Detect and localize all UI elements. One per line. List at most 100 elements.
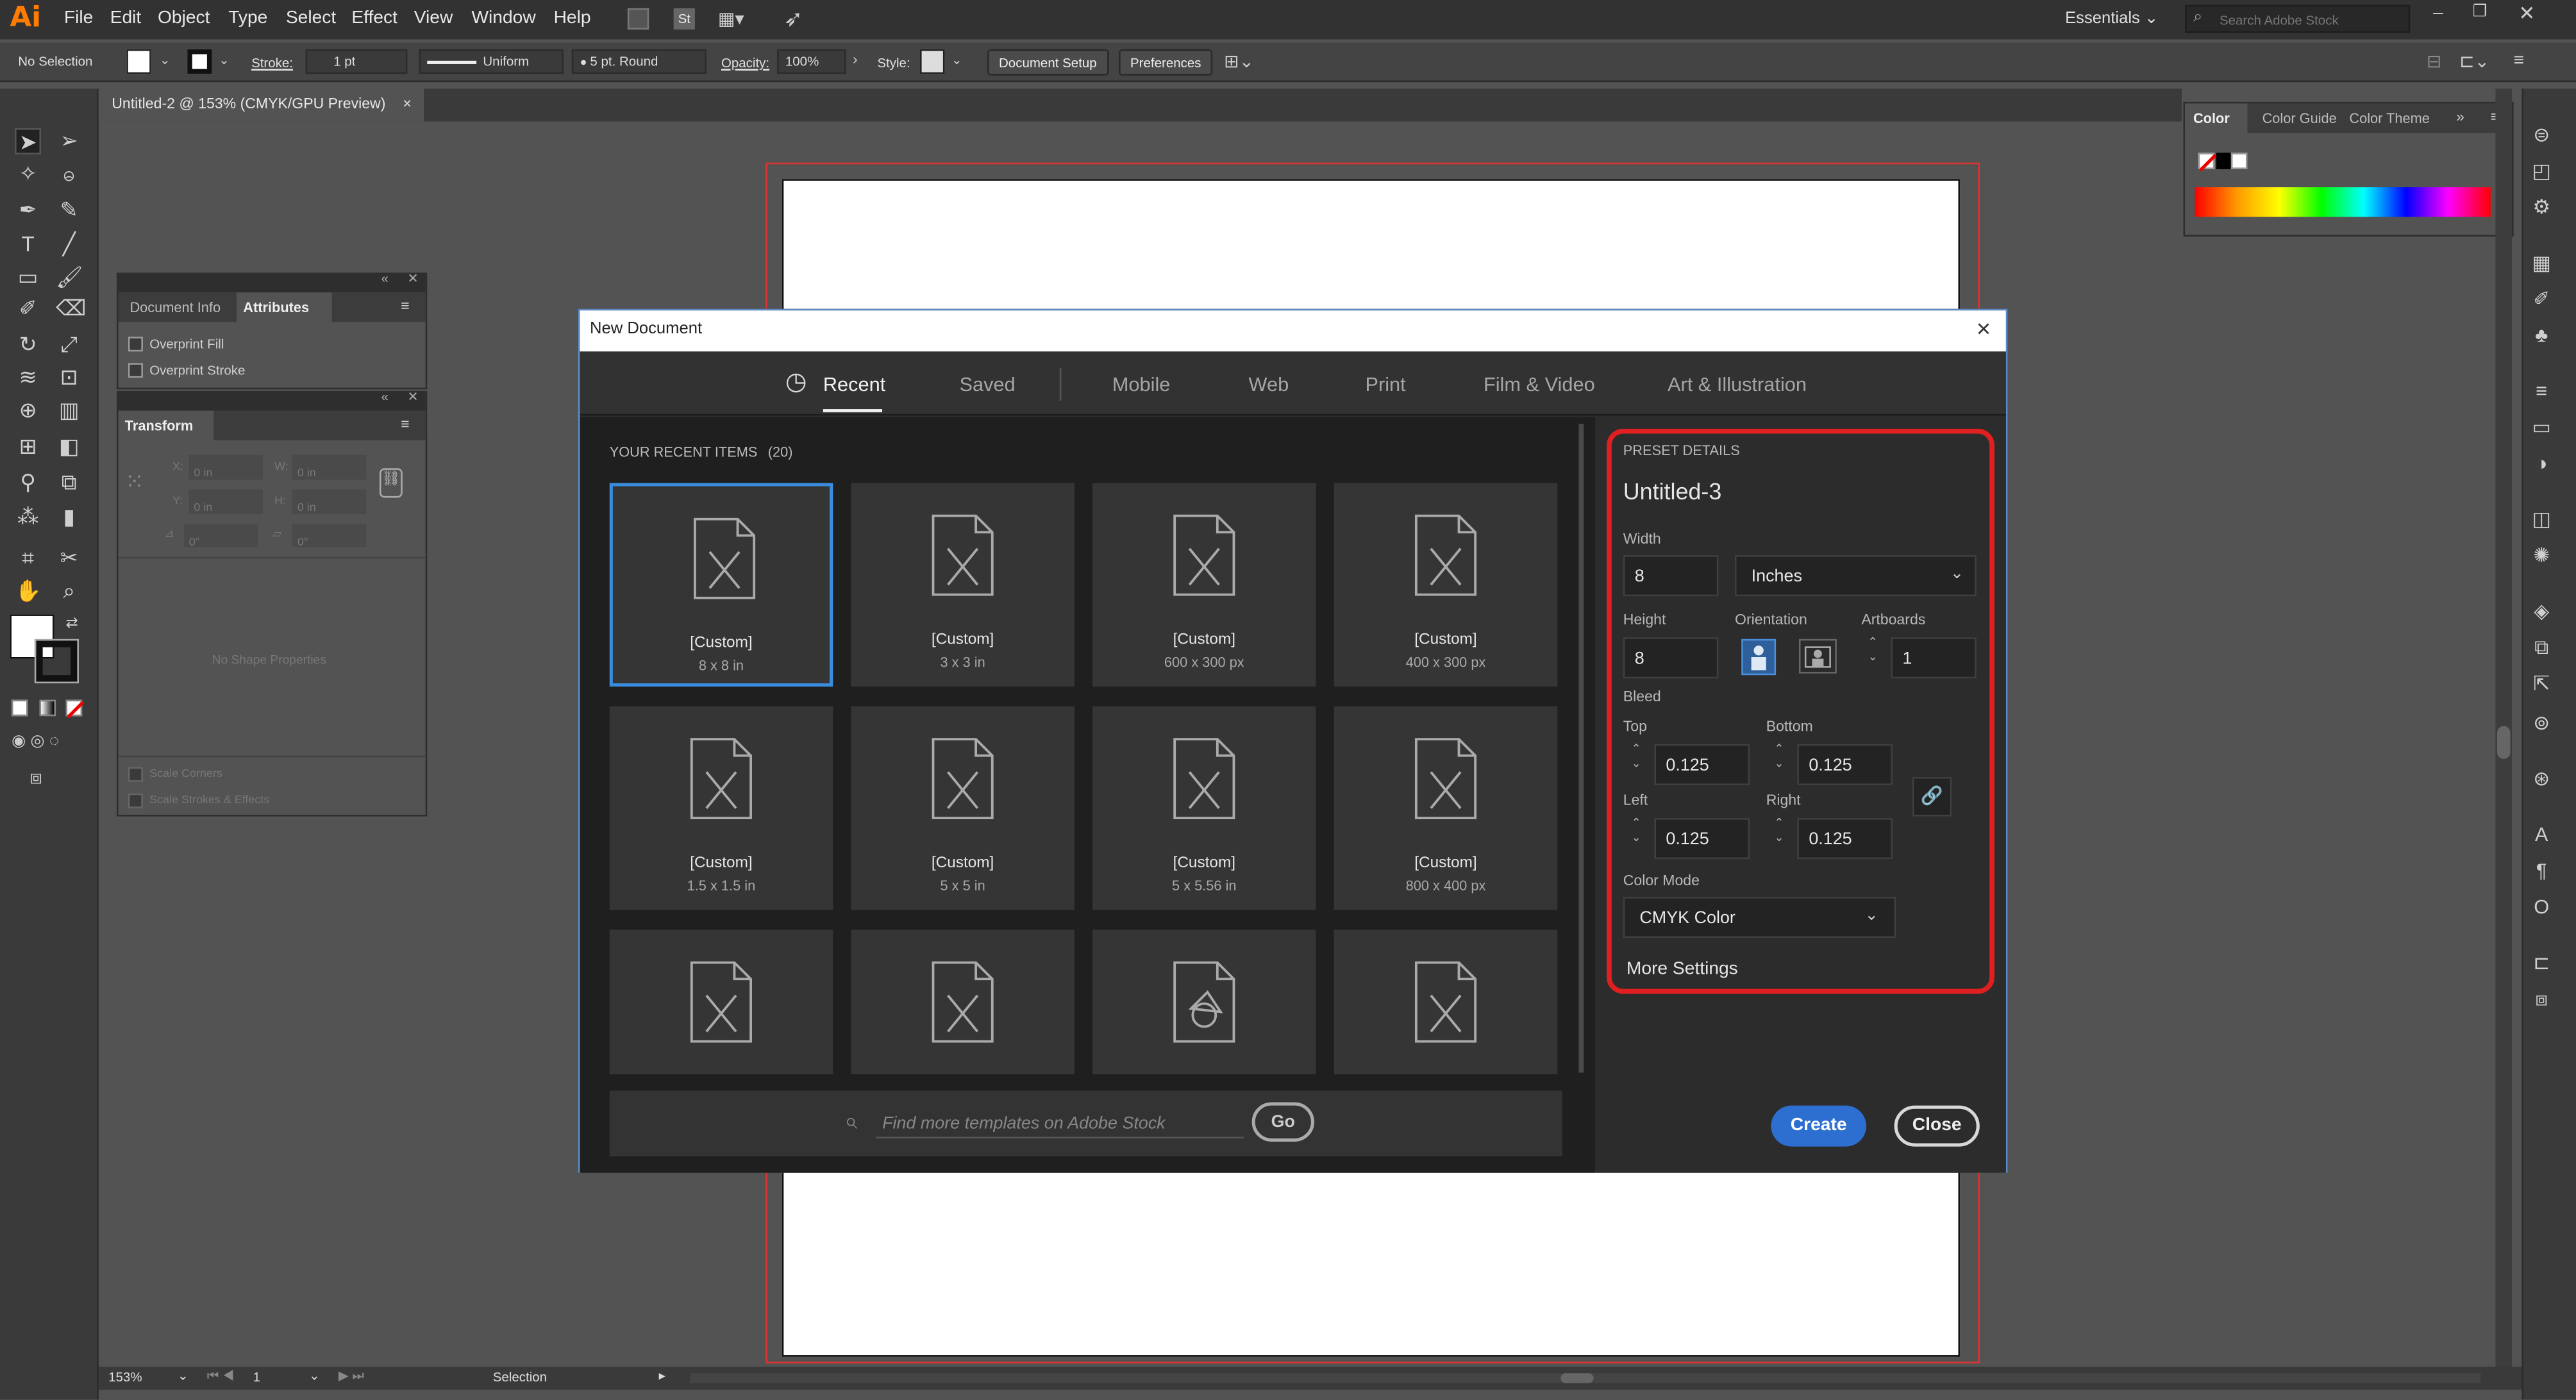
collapse-icon[interactable]: « <box>381 271 389 286</box>
stroke-icon[interactable]: ≡ <box>2529 378 2555 404</box>
swap-colors-icon[interactable]: ⇄ <box>66 614 78 632</box>
vertical-scroll-thumb[interactable] <box>2497 726 2511 759</box>
swatches-icon[interactable]: ▦ <box>2529 250 2555 276</box>
color-spectrum[interactable] <box>2195 187 2491 217</box>
transparency-icon[interactable]: ◑ <box>2529 450 2555 476</box>
symbols-icon[interactable]: ♣ <box>2529 322 2555 348</box>
draw-mode-icon[interactable]: ◉ ◎ ◌ <box>12 733 59 751</box>
variable-width-profile[interactable]: Uniform <box>419 49 564 74</box>
recent-item-card[interactable] <box>609 929 833 1074</box>
collapse-icon[interactable]: « <box>381 389 389 404</box>
gpu-performance-icon[interactable]: ➶ <box>783 5 803 33</box>
recent-item-card[interactable] <box>851 929 1075 1074</box>
bridge-icon[interactable] <box>627 8 649 30</box>
menu-edit[interactable]: Edit <box>110 8 142 28</box>
stock-search-input[interactable]: ⌕ Search Adobe Stock <box>2185 4 2411 33</box>
shaper-tool-icon[interactable]: ✐ <box>15 296 41 322</box>
stroke-dropdown-icon[interactable]: ⌄ <box>219 53 230 67</box>
type-tool-icon[interactable]: T <box>15 231 41 258</box>
vertical-scrollbar[interactable] <box>2495 88 2513 1367</box>
none-mode-icon[interactable] <box>65 699 84 718</box>
slice-tool-icon[interactable]: ✂ <box>56 546 82 572</box>
properties-icon[interactable]: ◰ <box>2529 158 2555 184</box>
graphic-style-swatch[interactable] <box>920 49 945 74</box>
zoom-field[interactable]: 153% <box>108 1370 181 1387</box>
align-options-icon[interactable]: ⊞⌄ <box>1224 51 1254 72</box>
menu-window[interactable]: Window <box>471 8 535 28</box>
eyedropper-tool-icon[interactable]: ⚲ <box>15 470 41 496</box>
tab-transform[interactable]: Transform <box>118 410 214 440</box>
dialog-close-icon[interactable]: × <box>1977 315 1991 344</box>
tab-color-guide[interactable]: Color Guide <box>2262 110 2337 127</box>
eraser-tool-icon[interactable]: ⌫ <box>56 296 86 322</box>
fill-dropdown-icon[interactable]: ⌄ <box>160 53 171 67</box>
pathfinder-icon[interactable]: ⧈ <box>2529 986 2555 1012</box>
control-menu-icon[interactable]: ≡ <box>2514 51 2524 71</box>
overprint-stroke-checkbox[interactable] <box>128 363 143 378</box>
recent-item-card[interactable] <box>1334 929 1558 1074</box>
scale-corners-checkbox[interactable] <box>128 767 143 782</box>
tab-saved[interactable]: Saved <box>960 373 1016 396</box>
recent-item-card[interactable]: [Custom] 1.5 x 1.5 in <box>609 706 833 910</box>
rotate-tool-icon[interactable]: ↻ <box>15 332 41 358</box>
first-artboard-icon[interactable]: ⏮ ◀ <box>207 1369 234 1385</box>
graphic-styles-icon[interactable]: ✺ <box>2529 542 2555 569</box>
stroke-label[interactable]: Stroke: <box>251 56 293 71</box>
zoom-tool-icon[interactable]: ⌕ <box>56 578 82 604</box>
last-artboard-icon[interactable]: ▶ ⏭ <box>339 1369 364 1385</box>
document-tab[interactable]: Untitled-2 @ 153% (CMYK/GPU Preview) × <box>98 88 425 122</box>
magic-wand-tool-icon[interactable]: ✧ <box>15 161 41 187</box>
arrange-documents-icon[interactable]: ▦▾ <box>718 8 744 29</box>
color-mode-icon[interactable] <box>11 699 28 717</box>
constrain-proportions-icon[interactable]: ⛓ <box>379 468 403 498</box>
tab-print[interactable]: Print <box>1365 373 1405 396</box>
gradient-mode-icon[interactable] <box>39 699 56 717</box>
tab-web[interactable]: Web <box>1249 373 1289 396</box>
scale-strokes-checkbox[interactable] <box>128 793 143 808</box>
x-field[interactable]: 0 in <box>188 454 263 480</box>
panel-menu-icon[interactable]: ≡ <box>401 297 409 314</box>
recent-item-card[interactable]: [Custom] 8 x 8 in <box>609 483 833 687</box>
align-icon[interactable]: ⊏ <box>2529 949 2555 976</box>
status-arrow-icon[interactable]: ▸ <box>659 1369 665 1383</box>
none-swatch[interactable] <box>2198 153 2216 171</box>
layers-icon[interactable]: ◈ <box>2529 598 2555 624</box>
document-setup-button[interactable]: Document Setup <box>987 49 1108 76</box>
style-dropdown-icon[interactable]: ⌄ <box>951 53 962 67</box>
recent-item-card[interactable]: [Custom] 5 x 5.56 in <box>1092 706 1316 910</box>
panel-close-icon[interactable]: ✕ <box>408 389 419 404</box>
recent-item-card[interactable]: [Custom] 3 x 3 in <box>851 483 1075 687</box>
appearance-icon[interactable]: ◫ <box>2529 506 2555 532</box>
navigator-icon[interactable]: ⊛ <box>2529 765 2555 792</box>
h-field[interactable]: 0 in <box>292 489 367 515</box>
cc-libraries-icon[interactable]: ⊜ <box>2529 122 2555 148</box>
tab-film-video[interactable]: Film & Video <box>1484 373 1595 396</box>
recent-item-card[interactable]: [Custom] 800 x 400 px <box>1334 706 1558 910</box>
free-transform-tool-icon[interactable]: ⊡ <box>56 365 82 391</box>
zoom-dropdown-icon[interactable]: ⌄ <box>178 1369 188 1383</box>
lasso-tool-icon[interactable]: ဓ <box>56 161 82 187</box>
opentype-icon[interactable]: O <box>2529 894 2555 920</box>
recent-item-card[interactable]: [Custom] 400 x 300 px <box>1334 483 1558 687</box>
horizontal-scroll-thumb[interactable] <box>1560 1373 1594 1383</box>
brushes-icon[interactable]: ✐ <box>2529 286 2555 312</box>
stroke-swatch[interactable] <box>187 49 212 74</box>
workspace-switcher[interactable]: Essentials ⌄ <box>2065 10 2158 28</box>
preferences-button[interactable]: Preferences <box>1119 49 1213 76</box>
hand-tool-icon[interactable]: ✋ <box>15 578 41 604</box>
color-guide-icon[interactable]: ⚙ <box>2529 194 2555 220</box>
control-options-icon[interactable]: ⊏⌄ <box>2459 51 2489 72</box>
grid-scrollbar[interactable] <box>1578 424 1584 1073</box>
artboards-icon[interactable]: ⧉ <box>2529 634 2555 660</box>
stock-icon[interactable]: St <box>673 8 695 30</box>
line-tool-icon[interactable]: ╱ <box>56 231 82 258</box>
tab-attributes[interactable]: Attributes <box>237 292 332 322</box>
reference-point-icon[interactable]: ⁙ <box>125 468 144 496</box>
opacity-field[interactable]: 100% <box>777 49 846 74</box>
fill-swatch[interactable] <box>126 49 151 74</box>
tab-recent[interactable]: Recent <box>823 373 885 396</box>
blend-tool-icon[interactable]: ⧉ <box>56 470 82 496</box>
gradient-icon[interactable]: ▭ <box>2529 414 2555 440</box>
w-field[interactable]: 0 in <box>292 454 367 480</box>
menu-select[interactable]: Select <box>286 8 336 28</box>
